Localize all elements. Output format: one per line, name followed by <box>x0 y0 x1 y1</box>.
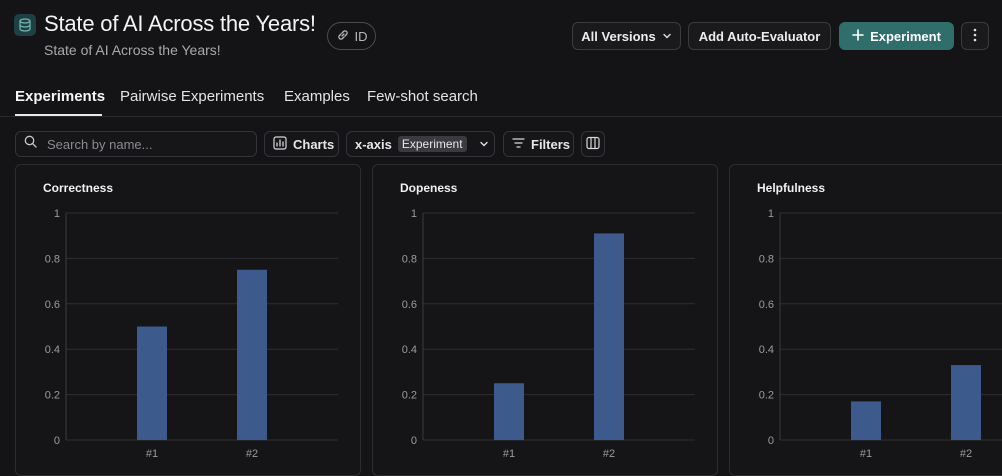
y-tick-label: 0.6 <box>402 299 417 311</box>
x-axis-value: Experiment <box>397 136 467 152</box>
y-tick-label: 0.4 <box>45 344 60 356</box>
more-options-button[interactable] <box>961 22 989 50</box>
tab-experiments[interactable]: Experiments <box>15 88 105 105</box>
y-tick-label: 0 <box>54 435 60 447</box>
x-tick-label: #2 <box>603 448 615 460</box>
page-header: State of AI Across the Years! State of A… <box>0 0 1002 72</box>
page-subtitle: State of AI Across the Years! <box>44 42 221 58</box>
chart-card-helpfulness: Helpfulness 0 0.2 0.4 0.6 0.8 1 #1 #2 <box>729 164 1002 476</box>
charts-button[interactable]: Charts <box>264 131 339 157</box>
versions-label: All Versions <box>581 28 656 44</box>
y-tick-label: 0.4 <box>402 344 417 356</box>
tab-bar: Experiments Pairwise Experiments Example… <box>0 80 1002 117</box>
bar-2 <box>237 269 267 440</box>
y-tick-label: 0 <box>768 435 774 447</box>
copy-id-button[interactable]: ID <box>327 22 376 50</box>
link-icon <box>336 28 350 45</box>
plus-icon <box>852 28 864 44</box>
bar-1 <box>137 326 167 440</box>
experiment-label: Experiment <box>870 28 941 44</box>
database-icon <box>14 14 36 36</box>
bar-1 <box>851 401 881 440</box>
chevron-down-icon <box>479 137 489 152</box>
filters-label: Filters <box>531 136 571 152</box>
search-box <box>15 131 257 157</box>
page-title: State of AI Across the Years! <box>44 11 316 36</box>
x-tick-label: #1 <box>146 448 158 460</box>
y-tick-label: 0 <box>411 435 417 447</box>
charts-label: Charts <box>293 136 335 152</box>
y-tick-label: 0.6 <box>45 299 60 311</box>
versions-dropdown[interactable]: All Versions <box>572 22 681 50</box>
chart-card-correctness: Correctness 0 0.2 0.4 0.6 0.8 1 #1 #2 <box>15 164 361 476</box>
y-tick-label: 0.2 <box>45 390 60 402</box>
auto-evaluator-label: Add Auto-Evaluator <box>698 28 821 44</box>
y-tick-label: 1 <box>54 208 60 220</box>
y-tick-label: 0.2 <box>402 390 417 402</box>
bar-2 <box>594 233 624 440</box>
columns-button[interactable] <box>581 131 605 157</box>
y-tick-label: 0.8 <box>402 253 417 265</box>
chart-card-dopeness: Dopeness 0 0.2 0.4 0.6 0.8 1 #1 #2 <box>372 164 718 476</box>
y-tick-label: 0.8 <box>759 253 774 265</box>
x-axis-label: x-axis <box>355 136 392 152</box>
x-tick-label: #2 <box>960 448 972 460</box>
y-tick-label: 1 <box>411 208 417 220</box>
chevron-down-icon <box>662 29 672 44</box>
more-vertical-icon <box>973 28 977 45</box>
y-tick-label: 0.6 <box>759 299 774 311</box>
bar-2 <box>951 365 981 440</box>
bar-chart: 0 0.2 0.4 0.6 0.8 1 #1 #2 <box>402 208 695 460</box>
bar-1 <box>494 383 524 440</box>
search-icon <box>24 135 37 153</box>
tab-examples[interactable]: Examples <box>284 88 350 105</box>
y-tick-label: 0.4 <box>759 344 774 356</box>
add-experiment-button[interactable]: Experiment <box>839 22 954 50</box>
x-tick-label: #2 <box>246 448 258 460</box>
toolbar: Charts x-axis Experiment Filters <box>0 131 1002 158</box>
y-tick-label: 1 <box>768 208 774 220</box>
chart-icon <box>273 135 287 153</box>
filters-button[interactable]: Filters <box>503 131 574 157</box>
id-label: ID <box>354 28 368 44</box>
x-tick-label: #1 <box>503 448 515 460</box>
search-input[interactable] <box>45 135 235 153</box>
tab-few-shot-search[interactable]: Few-shot search <box>367 88 478 105</box>
tab-pairwise-experiments[interactable]: Pairwise Experiments <box>120 88 264 105</box>
columns-icon <box>586 136 600 153</box>
y-tick-label: 0.8 <box>45 253 60 265</box>
y-tick-label: 0.2 <box>759 390 774 402</box>
bar-chart: 0 0.2 0.4 0.6 0.8 1 #1 #2 <box>759 208 1002 460</box>
x-tick-label: #1 <box>860 448 872 460</box>
bar-chart: 0 0.2 0.4 0.6 0.8 1 #1 #2 <box>45 208 338 460</box>
x-axis-dropdown[interactable]: x-axis Experiment <box>346 131 495 157</box>
active-tab-indicator <box>15 114 102 116</box>
filter-icon <box>512 137 525 152</box>
add-auto-evaluator-button[interactable]: Add Auto-Evaluator <box>688 22 831 50</box>
